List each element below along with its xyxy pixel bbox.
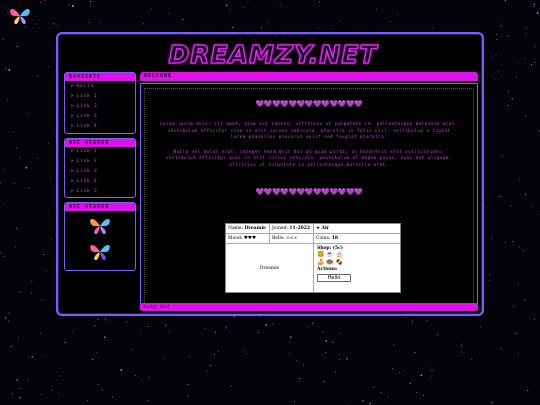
profile-row: Mood: ♥♥♥ Bells: ∞∞∞ Coins: 18 [226,234,400,244]
nav-link-3[interactable]: ⊳ Link 3 [65,112,135,122]
hearts-divider: 💜💜💜💜💜💜💜💜💜💜💜💜💜 [255,188,363,196]
shop-panel: Shop: (5c) 🍔 ☕ 🎂 🍰 🍩 🍫 Actions: Hello [314,244,400,292]
welcome-header: WELCOME [140,72,478,81]
intro-paragraph: Lorem ipsum dolor sit amet, diam est sap… [160,121,458,139]
butterfly-icon [90,245,110,260]
name-cell: Name: Dreamie [226,224,270,233]
butterfly-gallery [65,211,135,262]
footer-bar: footer text [140,303,478,311]
mood-cell: Mood: ♥♥♥ [226,234,270,243]
sidebar-link-5[interactable]: ⊳ Link 5 [65,187,135,197]
shop-items[interactable]: 🍔 ☕ 🎂 [317,251,397,259]
second-paragraph: Nulla vel dolor erat. integer hendrerit … [166,148,452,167]
coins-cell: Coins: 18 [316,236,339,241]
hello-button[interactable]: Hello [317,274,351,282]
avatar-name: Dreamie [226,244,314,292]
nav-link-1[interactable]: ⊳ Link 1 [65,92,135,102]
sidebar-link-3[interactable]: ⊳ Link 3 [65,167,135,177]
actions-label: Actions: [317,267,338,272]
sign-cell: ★ Air [316,226,330,231]
nav-link-2[interactable]: ⊳ Link 2 [65,102,135,112]
navigate-list: ⊳ Hello ⊳ Link 1 ⊳ Link 2 ⊳ Link 3 ⊳ Link 4 [65,81,135,132]
butterfly-icon [10,9,30,24]
arrow-icon: ⊳ [71,124,75,129]
sidebar-link-1[interactable]: ⊳ Link 1 [65,147,135,157]
arrow-icon: ⊳ [71,84,75,89]
butterfly-box: ABC HEADER [64,202,136,271]
arrow-icon: ⊳ [71,104,75,109]
star-icon: ★ [316,226,321,231]
arrow-icon: ⊳ [71,169,75,174]
content-inner: 💜💜💜💜💜💜💜💜💜💜💜💜💜 Lorem ipsum dolor sit amet… [144,88,474,309]
arrow-icon: ⊳ [71,159,75,164]
butterfly-header: ABC HEADER [65,203,135,211]
sidebar: NAVIGATE ⊳ Hello ⊳ Link 1 ⊳ Link 2 ⊳ Link 3 … [64,72,136,275]
butterfly-icon [90,219,110,234]
links-header: ABC HEADER [65,139,135,147]
links-box: ABC HEADER ⊳ Link 1 ⊳ Link 2 ⊳ Link 3 ⊳ Link… [64,138,136,198]
bells-cell: Bells: ∞∞∞ [270,234,314,243]
profile-card: Name: Dreamie Joined: 11-2022 ★ Air Mood… [225,223,401,293]
shop-items[interactable]: 🍰 🍩 🍫 [317,259,397,267]
hearts-divider: 💜💜💜💜💜💜💜💜💜💜💜💜💜 [255,100,363,108]
navigate-box: NAVIGATE ⊳ Hello ⊳ Link 1 ⊳ Link 2 ⊳ Link 3 … [64,72,136,134]
site-title: DREAMZY.NET [168,39,378,70]
nav-link-hello[interactable]: ⊳ Hello [65,82,135,92]
site-frame: DREAMZY.NET NAVIGATE ⊳ Hello ⊳ Link 1 ⊳ Lin… [56,32,484,316]
main-content[interactable]: 💜💜💜💜💜💜💜💜💜💜💜💜💜 Lorem ipsum dolor sit amet… [140,83,478,310]
sidebar-link-4[interactable]: ⊳ Link 4 [65,177,135,187]
joined-cell: Joined: 11-2022 [270,224,314,233]
nav-link-4[interactable]: ⊳ Link 4 [65,122,135,132]
main-panel: WELCOME 💜💜💜💜💜💜💜💜💜💜💜💜💜 Lorem ipsum dolor … [140,72,478,310]
arrow-icon: ⊳ [71,149,75,154]
arrow-icon: ⊳ [71,179,75,184]
arrow-icon: ⊳ [71,114,75,119]
arrow-icon: ⊳ [71,94,75,99]
navigate-header: NAVIGATE [65,73,135,81]
profile-body: Dreamie Shop: (5c) 🍔 ☕ 🎂 🍰 🍩 🍫 Actions: … [226,244,400,292]
sidebar-link-2[interactable]: ⊳ Link 2 [65,157,135,167]
profile-row: Name: Dreamie Joined: 11-2022 ★ Air [226,224,400,234]
arrow-icon: ⊳ [71,189,75,194]
